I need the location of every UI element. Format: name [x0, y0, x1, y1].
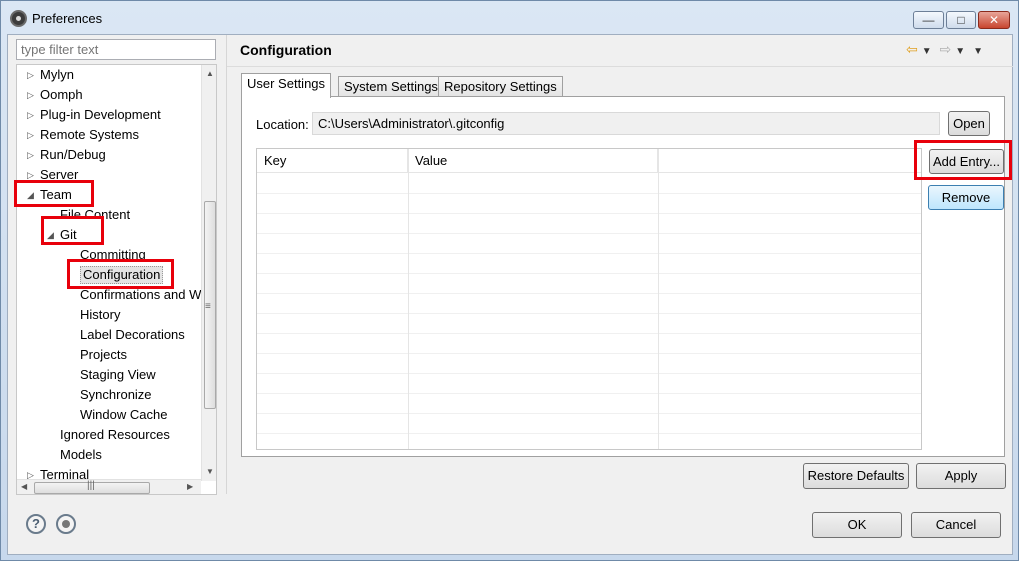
- tree-item-label: Server: [40, 167, 79, 182]
- collapsed-arrow-icon[interactable]: ▷: [27, 85, 37, 105]
- open-button[interactable]: Open: [948, 111, 990, 136]
- scroll-down-arrow-icon[interactable]: ▼: [206, 467, 214, 476]
- tree-item-label: Models: [60, 447, 102, 462]
- column-divider: [408, 149, 409, 449]
- tree-item-label: Synchronize: [80, 387, 152, 402]
- tree-item-label: Committing: [80, 247, 146, 262]
- tree-item-label: Staging View: [80, 367, 156, 382]
- scroll-right-arrow-icon[interactable]: ▶: [187, 482, 193, 491]
- forward-arrow-icon[interactable]: ⇨: [940, 41, 952, 57]
- table-row-line: [257, 333, 921, 334]
- tree-item-label: Confirmations and W: [80, 287, 202, 302]
- table-row-line: [257, 273, 921, 274]
- table-header: Key Value: [257, 149, 921, 173]
- tree-item-label: Run/Debug: [40, 147, 106, 162]
- tab-user-settings[interactable]: User Settings: [241, 73, 332, 98]
- tab-repository-settings[interactable]: Repository Settings: [438, 76, 563, 97]
- scroll-up-arrow-icon[interactable]: ▲: [206, 69, 214, 78]
- title-separator: [227, 66, 1013, 67]
- tree-item-label: File Content: [60, 207, 131, 222]
- back-arrow-icon[interactable]: ⇦: [906, 41, 918, 57]
- table-row-line: [257, 313, 921, 314]
- pane-divider[interactable]: [226, 35, 227, 494]
- location-field: C:\Users\Administrator\.gitconfig: [312, 112, 940, 135]
- table-row-line: [257, 233, 921, 234]
- tree-item-label: Mylyn: [40, 67, 74, 82]
- ok-button[interactable]: OK: [812, 512, 902, 538]
- maximize-button[interactable]: □: [946, 11, 976, 29]
- collapsed-arrow-icon[interactable]: ▷: [27, 125, 37, 145]
- hscroll-grip-icon: |||: [87, 480, 95, 491]
- tree-item-label: Team: [40, 187, 72, 202]
- page-title: Configuration: [240, 42, 332, 58]
- table-row-line: [257, 293, 921, 294]
- collapsed-arrow-icon[interactable]: ▷: [27, 165, 37, 185]
- collapsed-arrow-icon[interactable]: ▷: [27, 145, 37, 165]
- config-table: Key Value: [256, 148, 922, 450]
- cancel-button[interactable]: Cancel: [911, 512, 1001, 538]
- table-row-line: [257, 213, 921, 214]
- apply-button[interactable]: Apply: [916, 463, 1006, 489]
- tree-item-label: Plug-in Development: [40, 107, 161, 122]
- table-row-line: [257, 393, 921, 394]
- scroll-grip-icon: ≡: [205, 301, 211, 312]
- tree-item-label: Label Decorations: [80, 327, 185, 342]
- tree-item-label: Git: [60, 227, 77, 242]
- preferences-window: Preferences — □ ✕ ▷Mylyn▷Oomph▷Plug-in D…: [0, 0, 1019, 561]
- filter-input[interactable]: [16, 39, 216, 60]
- tree-horizontal-scrollbar[interactable]: ◀ ||| ▶: [17, 479, 201, 494]
- window-title: Preferences: [32, 11, 103, 26]
- user-settings-panel: Location: C:\Users\Administrator\.gitcon…: [241, 96, 1012, 457]
- restore-defaults-button[interactable]: Restore Defaults: [803, 463, 909, 489]
- column-header-key[interactable]: Key: [257, 149, 408, 173]
- forward-dropdown-icon[interactable]: ▼: [955, 46, 965, 57]
- location-label: Location:: [256, 117, 309, 132]
- help-icon[interactable]: ?: [26, 514, 46, 534]
- dialog-client: ▷Mylyn▷Oomph▷Plug-in Development▷Remote …: [7, 34, 1013, 555]
- tree-item-label: History: [80, 307, 121, 322]
- table-row-line: [257, 373, 921, 374]
- eclipse-app-icon: [10, 10, 27, 27]
- close-button[interactable]: ✕: [978, 11, 1010, 29]
- tree-item-label: Projects: [80, 347, 127, 362]
- back-dropdown-icon[interactable]: ▼: [922, 46, 932, 57]
- table-row-line: [257, 413, 921, 414]
- view-menu-icon[interactable]: ▼: [973, 46, 983, 57]
- minimize-button[interactable]: —: [913, 11, 944, 29]
- table-row-line: [257, 193, 921, 194]
- column-header-empty: [658, 149, 921, 173]
- table-row-line: [257, 433, 921, 434]
- scroll-left-arrow-icon[interactable]: ◀: [21, 482, 27, 491]
- collapsed-arrow-icon[interactable]: ▷: [27, 105, 37, 125]
- add-entry-button[interactable]: Add Entry...: [929, 149, 1004, 174]
- tree-item-label: Ignored Resources: [60, 427, 170, 442]
- column-divider: [658, 149, 659, 449]
- tree-item-label: Configuration: [80, 266, 164, 284]
- preference-tree: ▷ Mylyn ▷ Oomph ▷ Plug-in Development ▷ Remote …: [16, 64, 217, 495]
- tree-item-label: Remote Systems: [40, 127, 139, 142]
- tab-system-settings[interactable]: System Settings: [338, 76, 444, 97]
- collapsed-arrow-icon[interactable]: ▷: [27, 65, 37, 85]
- expanded-arrow-icon[interactable]: ◢: [27, 185, 37, 205]
- tree-item-label: Window Cache: [80, 407, 168, 422]
- table-row-line: [257, 253, 921, 254]
- page-navigation: ⇦ ▼ ⇨ ▼ ▼: [906, 41, 987, 58]
- column-header-value[interactable]: Value: [408, 149, 658, 173]
- expanded-arrow-icon[interactable]: ◢: [47, 225, 57, 245]
- table-row-line: [257, 353, 921, 354]
- tree-item-label: Oomph: [40, 87, 83, 102]
- remove-button[interactable]: Remove: [928, 185, 1004, 210]
- tree-vertical-scrollbar[interactable]: ▲ ≡ ▼: [201, 65, 216, 481]
- title-bar: Preferences — □ ✕: [1, 1, 1018, 35]
- record-preferences-icon[interactable]: [56, 514, 76, 534]
